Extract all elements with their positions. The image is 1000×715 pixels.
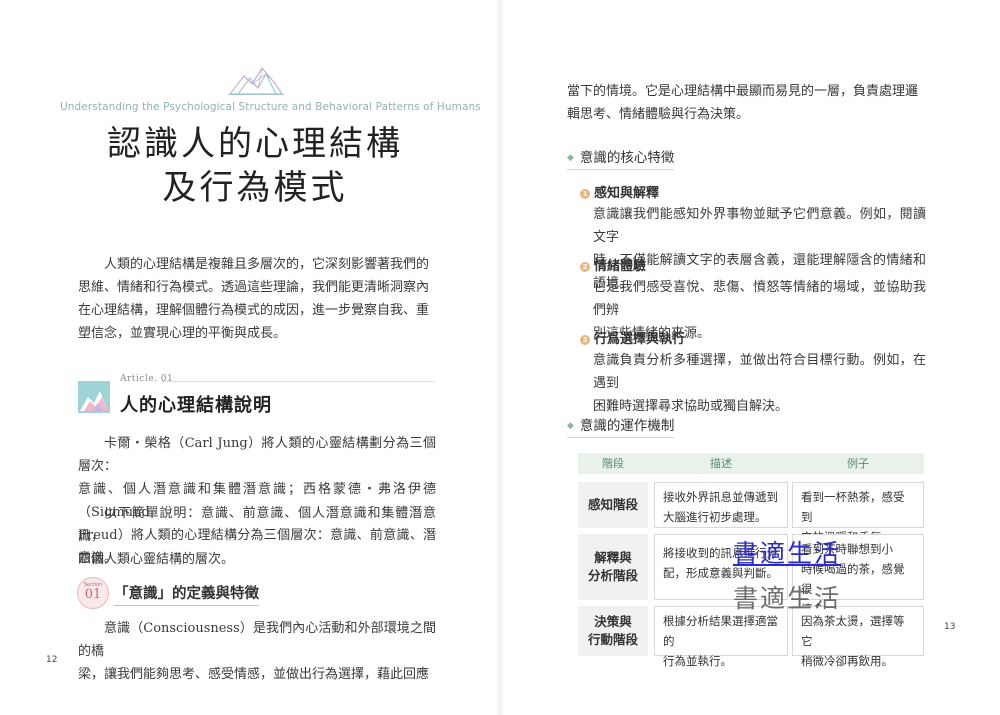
- article-divider: [162, 381, 434, 382]
- cell-line: 根據分析結果選擇適當的: [663, 614, 778, 648]
- table-row: 解釋與 分析階段 將接收到的訊息進行分 配，形成意義與判斷。 看到茶時聯想到小 …: [578, 534, 924, 616]
- feature-title: 情緒體驗: [594, 259, 647, 274]
- example-cell: 因為茶太燙，選擇等它 稍微冷卻再飲用。: [792, 606, 924, 668]
- title-line-2: 及行為模式: [162, 168, 348, 208]
- article-title: 人的心理結構說明: [120, 395, 272, 416]
- cell-line: 因為茶太燙，選擇等它: [801, 614, 905, 648]
- section-title: 「意識」的定義與特徵: [114, 582, 259, 606]
- table-header-cell: 例子: [847, 457, 869, 470]
- table-row: 感知階段 接收外界訊息並傳遞到 大腦進行初步處理。 看到一杯熱茶，感受到 它的溫…: [578, 482, 924, 544]
- heading-mechanism: ◆ 意識的運作機制: [567, 414, 675, 438]
- feature-item-title: 3 行爲選擇與執行: [580, 328, 685, 347]
- cell-line: 配，形成意義與判斷。: [663, 566, 778, 580]
- intro-paragraph: 人類的心理結構是複雜且多層次的，它深刻影響著我們的 思維、情緒和行為模式。透過這…: [78, 253, 436, 345]
- stage-line: 決策與: [594, 614, 632, 629]
- heading-text: 意識的運作機制: [579, 418, 675, 434]
- continued-paragraph: 當下的情境。它是心理結構中最顯而易見的一層，負責處理邏 輯思考、情緒體驗與行為決…: [567, 80, 925, 126]
- number-circle-icon: 3: [580, 335, 590, 345]
- article-label: Article. 01: [120, 374, 174, 384]
- feature-item-title: 2 情緒體驗: [580, 255, 646, 274]
- section-number: 01: [84, 587, 102, 602]
- feature-item-title: 1 感知與解釋: [580, 182, 659, 201]
- table-header-cell: 描述: [710, 457, 732, 470]
- table-row: 決策與 行動階段 根據分析結果選擇適當的 行為並執行。 因為茶太燙，選擇等它 稍…: [578, 606, 924, 668]
- cell-line: 看到茶時聯想到小: [801, 542, 893, 556]
- table-header-cell: 階段: [602, 457, 624, 470]
- intro-line: 在心理結構，理解個體行為模式的成因，進一步覺察自我、重: [78, 303, 430, 318]
- title-line-1: 認識人的心理結構: [107, 124, 403, 164]
- paragraph-line: 它是我們感受喜悅、悲傷、憤怒等情緒的場域，並協助我們辨: [593, 280, 926, 318]
- heading-text: 意識的核心特徵: [579, 150, 675, 166]
- stage-line: 感知階段: [587, 497, 638, 512]
- section-badge: Section 01: [77, 577, 109, 609]
- page-title: 認識人的心理結構 及行為模式: [80, 122, 430, 210]
- stage-cell: 解釋與 分析階段: [578, 534, 648, 600]
- paragraph-line: 卡爾・榮格（Carl Jung）將人類的心靈結構劃分為三個層次：: [78, 436, 436, 474]
- consciousness-paragraph: 意識（Consciousness）是我們內心活動和外部環境之間的橋 梁，讓我們能…: [78, 617, 436, 686]
- stage-line: 分析階段: [587, 568, 638, 583]
- example-cell: 看到茶時聯想到小 時候喝過的茶，感覺很 懷念。: [792, 534, 924, 616]
- paragraph-line: 意識讓我們能感知外界事物並賦予它們意義。例如，閱讀文字: [593, 207, 926, 245]
- cell-line: 接收外界訊息並傳遞到: [663, 490, 778, 504]
- paragraph-line: 梁，讓我們能夠思考、感受情感，並做出行為選擇，藉此回應: [78, 667, 430, 682]
- heading-core-features: ◆ 意識的核心特徵: [567, 146, 675, 170]
- english-subtitle: Understanding the Psychological Structur…: [60, 101, 481, 113]
- summary-paragraph: 以下簡單說明：意識、前意識、個人潛意識和集體潛意識， 四個人類心靈結構的層次。: [78, 502, 436, 571]
- diamond-bullet-icon: ◆: [567, 153, 574, 163]
- description-cell: 接收外界訊息並傳遞到 大腦進行初步處理。: [654, 482, 788, 528]
- diamond-bullet-icon: ◆: [567, 421, 574, 431]
- paragraph-line: 意識（Consciousness）是我們內心活動和外部環境之間的橋: [78, 621, 436, 659]
- table-header: 階段 描述 例子: [578, 453, 924, 474]
- page-number-left: 12: [46, 655, 58, 665]
- feature-description: 意識負責分析多種選擇，並做出符合目標行動。例如，在遇到 困難時選擇尋求協助或獨自…: [593, 349, 926, 418]
- example-cell: 看到一杯熱茶，感受到 它的溫暖和香氣。: [792, 482, 924, 544]
- paragraph-line: 意識負責分析多種選擇，並做出符合目標行動。例如，在遇到: [593, 353, 926, 391]
- book-gutter: [496, 0, 504, 715]
- number-circle-icon: 1: [580, 189, 590, 199]
- stage-cell: 決策與 行動階段: [578, 606, 648, 656]
- stage-cell: 感知階段: [578, 482, 648, 528]
- cell-line: 稍微冷卻再飲用。: [801, 654, 893, 668]
- cell-line: 看到一杯熱茶，感受到: [801, 490, 905, 524]
- paragraph-line: 當下的情境。它是心理結構中最顯而易見的一層，負責處理邏: [567, 84, 919, 99]
- stage-line: 行動階段: [587, 632, 638, 647]
- paragraph-line: 四個人類心靈結構的層次。: [78, 552, 235, 567]
- article-mountain-icon: [78, 381, 110, 413]
- page-number-right: 13: [944, 622, 956, 632]
- cell-line: 時候喝過的茶，感覺很: [801, 562, 905, 596]
- feature-title: 感知與解釋: [594, 186, 660, 201]
- cell-line: 將接收到的訊息進行分: [663, 546, 778, 560]
- paragraph-line: 輯思考、情緒體驗與行為決策。: [567, 107, 750, 122]
- cell-line: 大腦進行初步處理。: [663, 510, 767, 524]
- description-cell: 根據分析結果選擇適當的 行為並執行。: [654, 606, 788, 668]
- stage-line: 解釋與: [594, 550, 632, 565]
- mountain-logo-icon: [228, 67, 284, 95]
- intro-line: 塑信念，並實現心理的平衡與成長。: [78, 326, 287, 341]
- intro-line: 思維、情緒和行為模式。透過這些理論，我們能更清晰洞察內: [78, 280, 430, 295]
- intro-line: 人類的心理結構是複雜且多層次的，它深刻影響著我們的: [104, 257, 430, 272]
- paragraph-line: 以下簡單說明：意識、前意識、個人潛意識和集體潛意識，: [78, 506, 436, 544]
- number-circle-icon: 2: [580, 262, 590, 272]
- cell-line: 行為並執行。: [663, 654, 732, 668]
- description-cell: 將接收到的訊息進行分 配，形成意義與判斷。: [654, 534, 788, 600]
- feature-title: 行爲選擇與執行: [594, 332, 686, 347]
- left-page: Understanding the Psychological Structur…: [0, 0, 500, 715]
